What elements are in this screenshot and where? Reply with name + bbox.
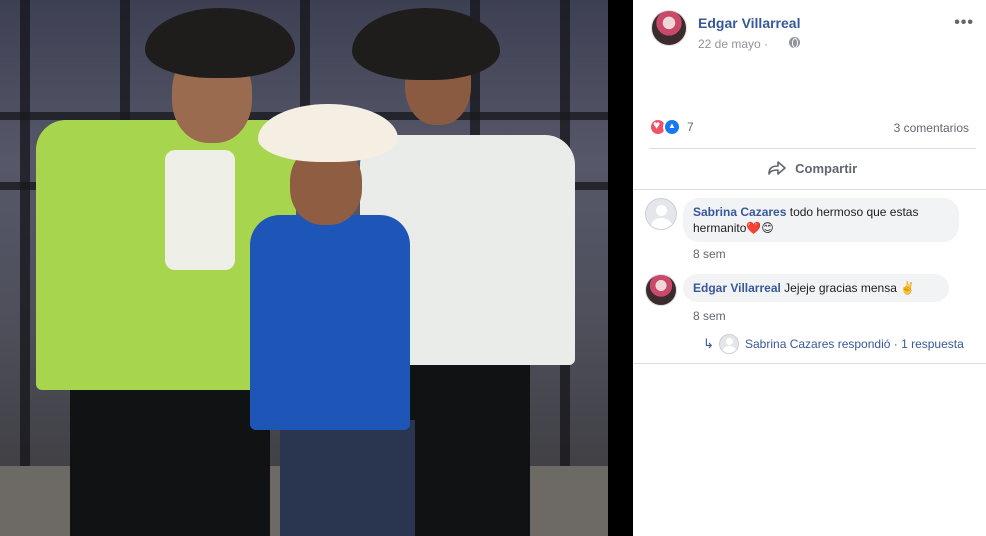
comment-text: Jejeje gracias mensa ✌️ bbox=[784, 281, 916, 295]
divider bbox=[633, 363, 986, 364]
comment-timestamp[interactable]: 8 sem bbox=[693, 309, 726, 323]
share-button[interactable]: Compartir bbox=[649, 152, 976, 186]
commenter-avatar[interactable] bbox=[645, 274, 677, 306]
like-reaction-icon[interactable] bbox=[663, 118, 681, 136]
photo-viewer bbox=[0, 0, 633, 536]
comment-author-link[interactable]: Sabrina Cazares bbox=[693, 205, 786, 219]
post-header: Edgar Villarreal 22 de mayo · bbox=[651, 10, 981, 52]
commenter-avatar[interactable] bbox=[645, 198, 677, 230]
author-name-link[interactable]: Edgar Villarreal bbox=[698, 15, 800, 31]
comment-timestamp[interactable]: 8 sem bbox=[693, 247, 726, 261]
post-date-text: 22 de mayo bbox=[698, 37, 761, 51]
share-icon bbox=[767, 161, 786, 175]
reply-author-avatar bbox=[719, 334, 739, 354]
post-date-link[interactable]: 22 de mayo · bbox=[698, 37, 768, 51]
author-avatar[interactable] bbox=[651, 10, 687, 46]
view-replies-link[interactable]: ↳ Sabrina Cazares respondió · 1 respuest… bbox=[703, 334, 986, 356]
reactions-bar: 7 3 comentarios bbox=[649, 117, 979, 137]
post-details-panel: Edgar Villarreal 22 de mayo · ••• 7 3 co… bbox=[633, 0, 986, 536]
date-separator: · bbox=[764, 37, 769, 51]
comment-author-link[interactable]: Edgar Villarreal bbox=[693, 281, 781, 295]
more-options-icon[interactable]: ••• bbox=[954, 14, 974, 32]
reply-summary-text: Sabrina Cazares respondió · 1 respuesta bbox=[745, 337, 964, 351]
comment-bubble: Edgar Villarreal Jejeje gracias mensa ✌️ bbox=[683, 274, 949, 302]
divider bbox=[633, 189, 986, 190]
reaction-count[interactable]: 7 bbox=[687, 120, 694, 134]
globe-icon bbox=[789, 37, 800, 48]
photo-fence-bar bbox=[20, 0, 30, 536]
share-label: Compartir bbox=[795, 161, 858, 176]
divider bbox=[649, 148, 976, 149]
post-photo[interactable] bbox=[0, 0, 608, 536]
comment-bubble: Sabrina Cazares todo hermoso que estas h… bbox=[683, 198, 959, 242]
reply-arrow-icon: ↳ bbox=[703, 336, 714, 351]
comments-count-link[interactable]: 3 comentarios bbox=[894, 121, 969, 135]
